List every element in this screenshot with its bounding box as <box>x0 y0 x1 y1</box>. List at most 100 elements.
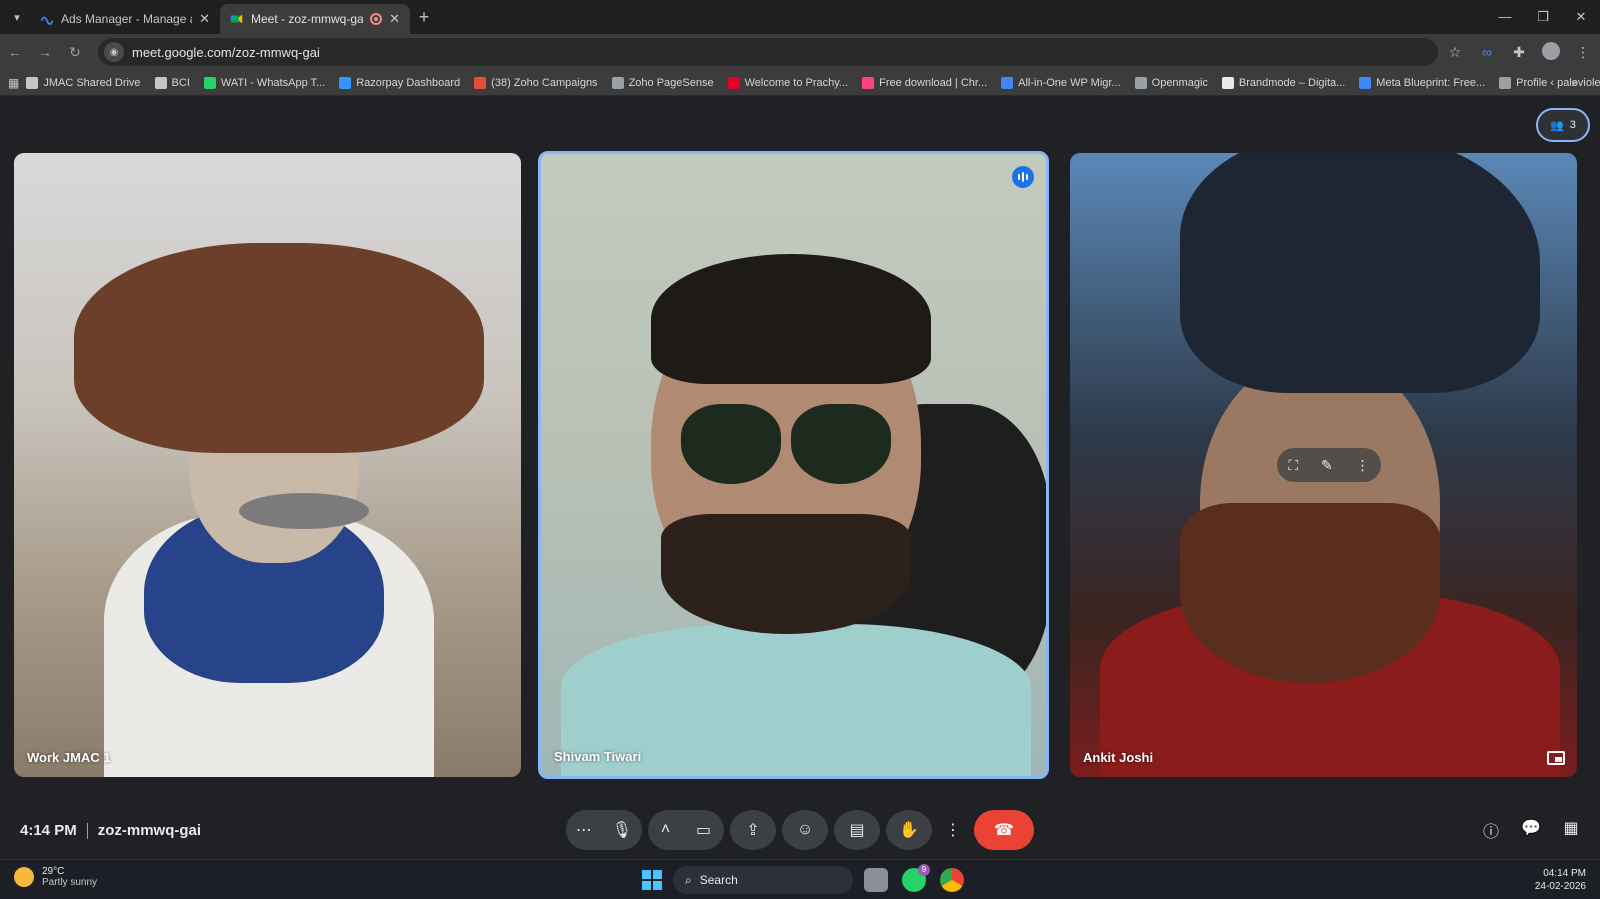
extensions-puzzle-icon[interactable]: ✚ <box>1508 44 1530 61</box>
close-tab-icon[interactable]: ✕ <box>199 11 210 27</box>
more-options-icon[interactable]: ⋮ <box>1356 457 1370 474</box>
speaking-indicator-icon <box>1012 166 1034 188</box>
tab-meet[interactable]: Meet - zoz-mmwq-gai ✕ <box>220 4 410 34</box>
bookmark-item[interactable]: BCI <box>148 76 197 89</box>
bookmark-item[interactable]: All-in-One WP Migr... <box>994 76 1128 89</box>
leave-call-button[interactable]: ☎ <box>974 810 1034 850</box>
participant-name: Work JMAC 1 <box>27 750 111 765</box>
divider <box>86 822 88 839</box>
recording-indicator-icon <box>370 13 383 25</box>
more-options-button[interactable]: ⋮ <box>938 810 968 850</box>
bookmark-item[interactable]: Razorpay Dashboard <box>332 76 467 89</box>
chevron-up-icon[interactable]: ˄ <box>661 821 670 839</box>
bookmark-label: JMAC Shared Drive <box>43 76 141 89</box>
bookmark-item[interactable]: (38) Zoho Campaigns <box>467 76 604 89</box>
bookmark-item[interactable]: Welcome to Prachy... <box>721 76 856 89</box>
meet-control-bar: 4:14 PM zoz-mmwq-gai ⋯ 🎙 ˄ ▭ ⇪ ☺ ▤ ✋ ⋮ ☎ <box>0 805 1600 859</box>
file-explorer-icon[interactable] <box>864 868 888 892</box>
profile-avatar[interactable] <box>1540 41 1562 63</box>
participant-tile-3[interactable]: ⛶ ✎ ⋮ Ankit Joshi <box>1070 153 1577 777</box>
folder-icon <box>26 76 39 89</box>
meeting-time: 4:14 PM <box>20 822 77 839</box>
whatsapp-icon[interactable]: 9 <box>902 864 930 892</box>
site-info-icon[interactable]: ◉ <box>104 42 124 62</box>
new-tab-button[interactable]: + <box>410 7 438 28</box>
present-screen-button[interactable]: ⇪ <box>730 810 776 850</box>
weather-widget[interactable]: 29°C Partly sunny <box>14 866 97 888</box>
screen: ▾ Ads Manager - Manage ads - C ✕ Meet - … <box>0 0 1600 899</box>
frame-icon[interactable]: ⛶ <box>1288 457 1298 474</box>
whatsapp-badge: 9 <box>918 864 930 876</box>
chat-icon[interactable]: 💬 <box>1520 818 1542 842</box>
raise-hand-button[interactable]: ✋ <box>886 810 932 850</box>
activities-grid-icon[interactable]: ▦ <box>1560 818 1582 842</box>
taskbar-search[interactable]: ⌕ Search <box>673 866 853 894</box>
bookmark-item[interactable]: Brandmode – Digita... <box>1215 76 1352 89</box>
captions-button[interactable]: ▤ <box>834 810 880 850</box>
windows-start-icon[interactable] <box>642 870 662 890</box>
tab-search-chevron-icon[interactable]: ▾ <box>4 4 30 30</box>
restore-icon[interactable]: ❐ <box>1524 0 1562 34</box>
back-icon[interactable]: ← <box>0 44 30 60</box>
picture-in-picture-icon[interactable] <box>1547 751 1565 765</box>
more-bookmarks-icon[interactable]: » <box>1571 70 1578 96</box>
gear-icon <box>1134 76 1147 89</box>
browser-menu-icon[interactable]: ⋮ <box>1572 44 1594 61</box>
captions-icon: ▤ <box>849 822 865 839</box>
apps-grid-icon[interactable]: ▦ <box>8 76 19 90</box>
call-controls: ⋯ 🎙 ˄ ▭ ⇪ ☺ ▤ ✋ ⋮ ☎ <box>566 810 1034 850</box>
participants-button[interactable]: 👥 3 <box>1536 108 1590 142</box>
reload-icon[interactable]: ↻ <box>60 44 90 61</box>
sunglasses-left <box>681 404 781 484</box>
system-clock[interactable]: 04:14 PM 24-02-2026 <box>1535 867 1586 893</box>
close-tab-icon[interactable]: ✕ <box>389 11 400 27</box>
meeting-details-info-icon[interactable]: ⓘ <box>1480 818 1502 842</box>
emoji-icon: ☺ <box>796 821 814 838</box>
folder-icon <box>154 76 167 89</box>
bookmark-label: BCI <box>171 76 190 89</box>
participant-tile-2[interactable]: Shivam Tiwari <box>538 151 1049 779</box>
minimize-icon[interactable]: — <box>1486 0 1524 34</box>
bookmark-label: Free download | Chr... <box>879 76 988 89</box>
url-text: meet.google.com/zoz-mmwq-gai <box>132 44 320 60</box>
razorpay-icon <box>339 76 352 89</box>
chat-icon <box>203 76 216 89</box>
camera-icon[interactable]: ▭ <box>696 820 711 840</box>
weather-condition: Partly sunny <box>42 877 98 888</box>
close-window-icon[interactable]: ✕ <box>1562 0 1600 34</box>
bookmark-label: Openmagic <box>1151 76 1208 89</box>
bookmark-item[interactable]: WATI - WhatsApp T... <box>197 76 332 89</box>
bookmark-label: Meta Blueprint: Free... <box>1376 76 1486 89</box>
tab-ads-manager[interactable]: Ads Manager - Manage ads - C ✕ <box>30 4 220 34</box>
search-icon: ⌕ <box>685 872 692 887</box>
bookmark-item[interactable]: Free download | Chr... <box>855 76 994 89</box>
bookmark-item[interactable]: Profile ‹ palevioletre... <box>1492 76 1600 89</box>
more-audio-options-icon[interactable]: ⋯ <box>576 820 592 840</box>
reactions-button[interactable]: ☺ <box>782 810 828 850</box>
bookmark-item[interactable]: JMAC Shared Drive <box>19 76 147 89</box>
microphone-icon[interactable]: 🎙 <box>612 820 632 840</box>
video-figure-tricorn-hat <box>1180 153 1540 393</box>
bookmark-item[interactable]: Meta Blueprint: Free... <box>1352 76 1492 89</box>
bookmark-item[interactable]: Zoho PageSense <box>605 76 721 89</box>
microphone-control[interactable]: ⋯ 🎙 <box>566 810 642 850</box>
sunglasses-right <box>791 404 891 484</box>
windows-taskbar: 29°C Partly sunny ⌕ Search 9 04:14 PM 24… <box>0 859 1600 899</box>
wp-icon <box>1001 76 1014 89</box>
video-figure-beard <box>661 514 911 634</box>
address-bar[interactable]: ◉ meet.google.com/zoz-mmwq-gai <box>98 38 1438 66</box>
present-screen-icon: ⇪ <box>746 822 760 839</box>
video-figure-beard <box>1180 503 1440 683</box>
meeting-info: 4:14 PM zoz-mmwq-gai <box>20 822 201 839</box>
partly-sunny-icon <box>14 867 34 887</box>
forward-icon[interactable]: → <box>30 44 60 60</box>
participant-tile-1[interactable]: Work JMAC 1 <box>14 153 521 777</box>
bookmark-star-icon[interactable]: ☆ <box>1444 44 1466 61</box>
meeting-code[interactable]: zoz-mmwq-gai <box>98 822 201 839</box>
chrome-icon[interactable] <box>940 868 964 892</box>
pin-edit-icon[interactable]: ✎ <box>1321 457 1333 474</box>
bookmark-label: Brandmode – Digita... <box>1238 76 1346 89</box>
extension-meta-icon[interactable]: ∞ <box>1476 44 1498 60</box>
bookmark-item[interactable]: Openmagic <box>1128 76 1215 89</box>
camera-control[interactable]: ˄ ▭ <box>648 810 724 850</box>
